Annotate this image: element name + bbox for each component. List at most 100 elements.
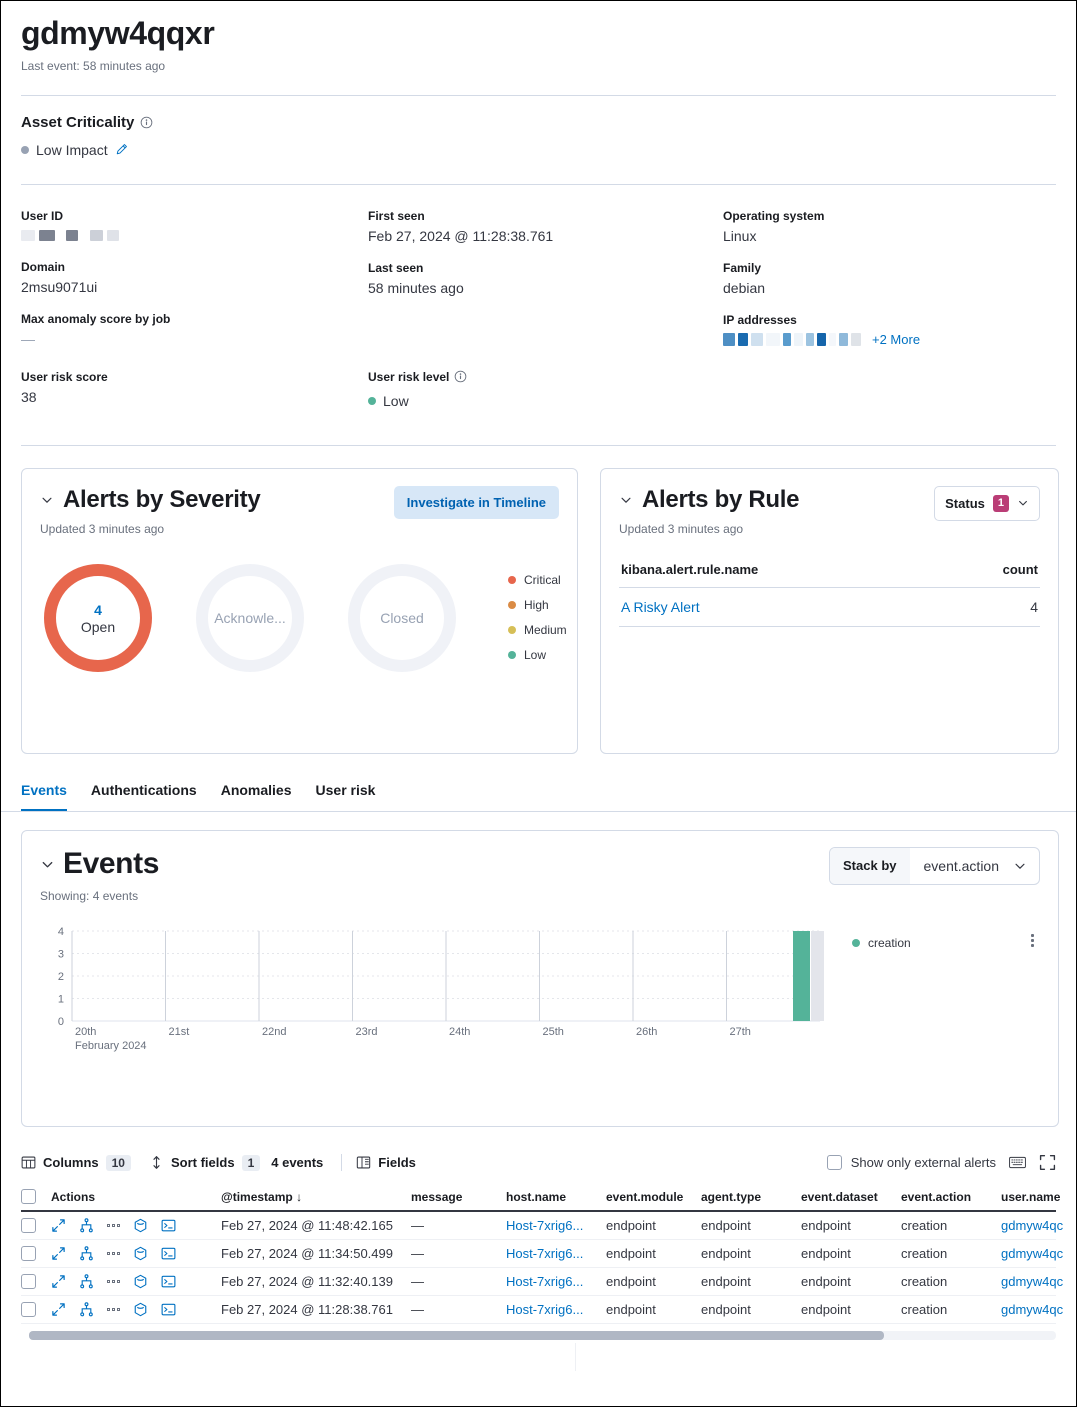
expand-icon[interactable]	[51, 1246, 66, 1261]
donut-closed[interactable]: Closed	[344, 560, 460, 676]
keyboard-icon[interactable]	[1009, 1155, 1026, 1170]
ip-more-link[interactable]: +2 More	[872, 332, 920, 347]
expand-icon[interactable]	[51, 1218, 66, 1233]
fields-column-1: User ID Domain 2msu9071ui Max anomaly sc…	[21, 209, 368, 364]
donut-open[interactable]: 4 Open	[40, 560, 156, 676]
user-details-page: gdmyw4qqxr Last event: 58 minutes ago As…	[0, 0, 1077, 1407]
table-row[interactable]: Feb 27, 2024 @ 11:34:50.499—Host-7xrig6.…	[21, 1240, 1056, 1268]
show-external-alerts-toggle[interactable]: Show only external alerts	[827, 1155, 996, 1170]
alerts-by-severity-panel: Alerts by Severity Updated 3 minutes ago…	[21, 468, 578, 754]
donut-closed-label: Closed	[344, 560, 460, 676]
show-external-alerts-checkbox[interactable]	[827, 1155, 842, 1170]
legend-dot-high	[508, 601, 516, 609]
tab-user-risk[interactable]: User risk	[316, 776, 376, 811]
info-icon[interactable]	[454, 370, 467, 383]
select-all-checkbox[interactable]	[21, 1189, 36, 1204]
tab-anomalies[interactable]: Anomalies	[221, 776, 292, 811]
field-value-max-anomaly-score: —	[21, 331, 368, 347]
session-view-icon[interactable]	[133, 1218, 148, 1233]
events-histogram: 0123420th21st22nd23rd24th25th26th27thFeb…	[40, 923, 1040, 1063]
more-actions-icon[interactable]	[107, 1224, 120, 1227]
columns-button[interactable]: Columns 10	[21, 1155, 131, 1171]
expand-icon[interactable]	[51, 1302, 66, 1317]
user-name-link[interactable]: gdmyw4qc	[1001, 1274, 1063, 1289]
legend-item-medium[interactable]: Medium	[508, 623, 567, 637]
host-name-link[interactable]: Host-7xrig6...	[506, 1218, 583, 1233]
terminal-icon[interactable]	[161, 1274, 176, 1289]
field-value-operating-system: Linux	[723, 228, 1056, 244]
data-grid-footer-row	[21, 1343, 1056, 1371]
row-checkbox[interactable]	[21, 1246, 36, 1261]
more-actions-icon[interactable]	[107, 1308, 120, 1311]
column-header-agent-type[interactable]: agent.type	[701, 1190, 801, 1204]
column-header-event-action[interactable]: event.action	[901, 1190, 1001, 1204]
rule-title-row: Alerts by Rule	[619, 486, 799, 514]
table-row[interactable]: Feb 27, 2024 @ 11:48:42.165—Host-7xrig6.…	[21, 1212, 1056, 1240]
column-header-event-dataset[interactable]: event.dataset	[801, 1190, 901, 1204]
session-view-icon[interactable]	[133, 1274, 148, 1289]
user-name-link[interactable]: gdmyw4qc	[1001, 1302, 1063, 1317]
sort-icon	[149, 1155, 164, 1170]
terminal-icon[interactable]	[161, 1246, 176, 1261]
table-row[interactable]: Feb 27, 2024 @ 11:32:40.139—Host-7xrig6.…	[21, 1268, 1056, 1296]
rule-name-link[interactable]: A Risky Alert	[621, 599, 700, 615]
alerts-by-severity-title: Alerts by Severity	[63, 486, 260, 514]
host-name-link[interactable]: Host-7xrig6...	[506, 1246, 583, 1261]
terminal-icon[interactable]	[161, 1302, 176, 1317]
donut-open-count: 4	[94, 601, 102, 619]
column-header-event-module[interactable]: event.module	[606, 1190, 701, 1204]
status-filter-button[interactable]: Status 1	[934, 486, 1040, 521]
analyzer-icon[interactable]	[79, 1274, 94, 1289]
table-row[interactable]: Feb 27, 2024 @ 11:28:38.761—Host-7xrig6.…	[21, 1296, 1056, 1324]
legend-label-medium: Medium	[524, 623, 567, 637]
row-checkbox[interactable]	[21, 1274, 36, 1289]
column-header-timestamp[interactable]: @timestamp ↓	[221, 1190, 411, 1204]
cell-user-name: gdmyw4qc	[1001, 1274, 1077, 1289]
legend-item-critical[interactable]: Critical	[508, 573, 567, 587]
column-header-user-name[interactable]: user.name	[1001, 1190, 1077, 1204]
chevron-down-icon[interactable]	[40, 493, 54, 507]
stack-by-select[interactable]: event.action	[910, 848, 1040, 884]
row-checkbox[interactable]	[21, 1302, 36, 1317]
fullscreen-icon[interactable]	[1039, 1154, 1056, 1171]
fields-column-3: Operating system Linux Family debian IP …	[723, 209, 1056, 364]
row-checkbox[interactable]	[21, 1218, 36, 1233]
expand-icon[interactable]	[51, 1274, 66, 1289]
legend-label-critical: Critical	[524, 573, 561, 587]
column-header-message[interactable]: message	[411, 1190, 506, 1204]
row-actions-cell	[51, 1218, 221, 1233]
tab-events[interactable]: Events	[21, 776, 67, 811]
chevron-down-icon[interactable]	[619, 493, 633, 507]
row-select-cell	[21, 1274, 51, 1289]
chevron-down-icon[interactable]	[40, 857, 54, 871]
user-name-link[interactable]: gdmyw4qc	[1001, 1246, 1063, 1261]
sort-fields-button[interactable]: Sort fields 1 4 events	[149, 1155, 323, 1171]
session-view-icon[interactable]	[133, 1246, 148, 1261]
horizontal-scrollbar[interactable]	[29, 1331, 1056, 1340]
analyzer-icon[interactable]	[79, 1302, 94, 1317]
analyzer-icon[interactable]	[79, 1218, 94, 1233]
column-header-host-name[interactable]: host.name	[506, 1190, 606, 1204]
terminal-icon[interactable]	[161, 1218, 176, 1233]
legend-item-high[interactable]: High	[508, 598, 567, 612]
investigate-in-timeline-button[interactable]: Investigate in Timeline	[394, 486, 559, 519]
host-name-link[interactable]: Host-7xrig6...	[506, 1274, 583, 1289]
svg-text:27th: 27th	[730, 1026, 751, 1038]
fields-column-2: First seen Feb 27, 2024 @ 11:28:38.761 L…	[368, 209, 723, 364]
horizontal-scrollbar-thumb[interactable]	[29, 1331, 884, 1340]
more-actions-icon[interactable]	[107, 1252, 120, 1255]
more-actions-icon[interactable]	[107, 1280, 120, 1283]
pencil-icon[interactable]	[115, 143, 128, 156]
tab-authentications[interactable]: Authentications	[91, 776, 197, 811]
info-icon[interactable]	[140, 116, 153, 129]
rule-table-row: A Risky Alert 4	[619, 587, 1040, 627]
legend-item-low[interactable]: Low	[508, 648, 567, 662]
user-name-link[interactable]: gdmyw4qc	[1001, 1218, 1063, 1233]
fields-button[interactable]: Fields	[356, 1155, 416, 1170]
analyzer-icon[interactable]	[79, 1246, 94, 1261]
events-showing-text: Showing: 4 events	[40, 889, 1040, 903]
kebab-menu-icon[interactable]	[1031, 934, 1034, 947]
donut-acknowledged[interactable]: Acknowle...	[192, 560, 308, 676]
host-name-link[interactable]: Host-7xrig6...	[506, 1302, 583, 1317]
session-view-icon[interactable]	[133, 1302, 148, 1317]
